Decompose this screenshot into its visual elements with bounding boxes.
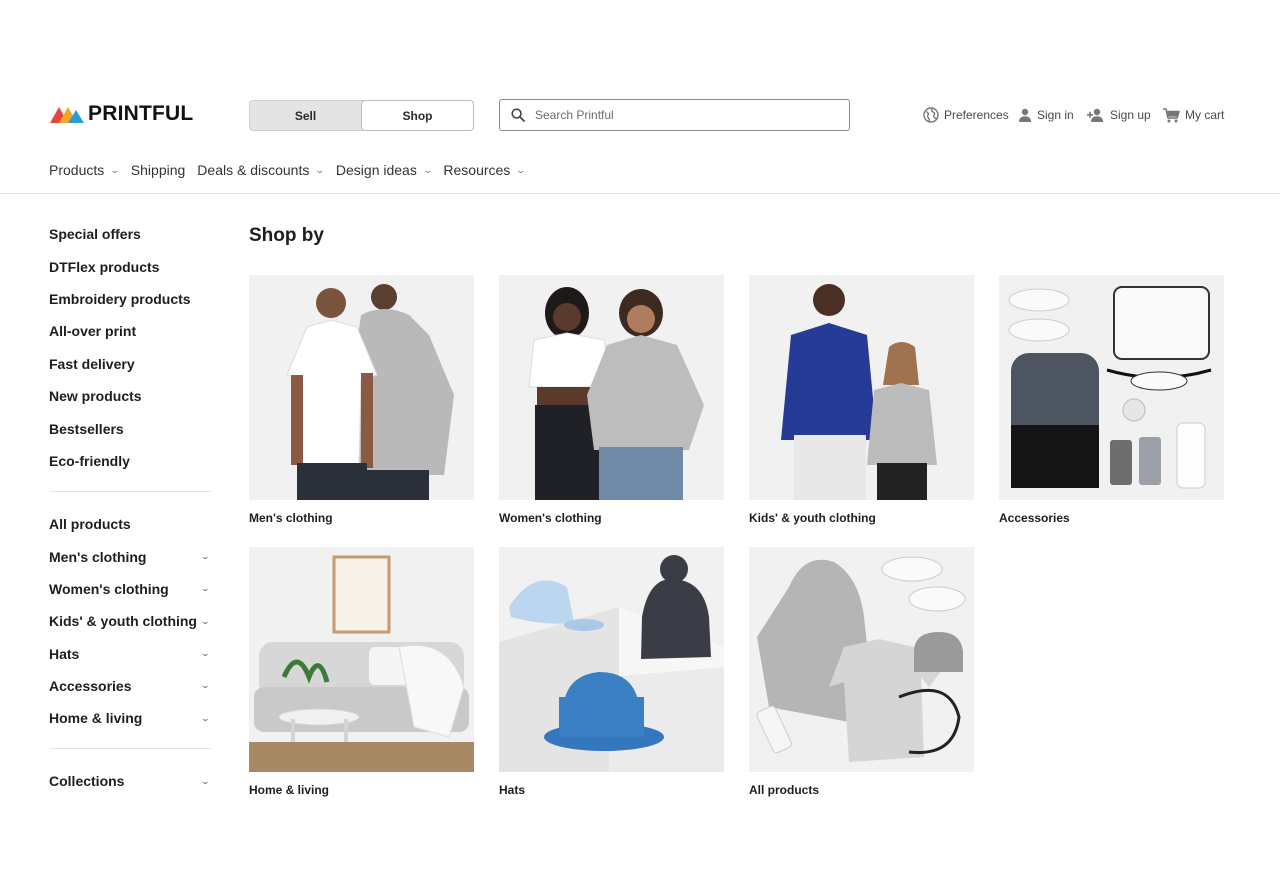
sidebar-item-bestsellers[interactable]: Bestsellers [49, 412, 212, 444]
nav-shipping[interactable]: Shipping [131, 162, 186, 178]
nav-shipping-label: Shipping [130, 162, 186, 178]
nav-products[interactable]: Products ⌄ [49, 162, 121, 178]
chevron-down-icon: ⌄ [200, 776, 211, 786]
sidebar-item-dtflex-products[interactable]: DTFlex products [49, 250, 212, 282]
cart-icon [1163, 107, 1180, 122]
kids-youth-clothing-image [749, 275, 974, 500]
sidebar-category-label: Women's clothing [49, 580, 169, 597]
sidebar-collections[interactable]: Collections ⌄ [49, 765, 212, 797]
nav-products-label: Products [49, 162, 105, 178]
chevron-down-icon: ⌄ [422, 164, 433, 175]
chevron-down-icon: ⌄ [200, 713, 211, 723]
sidebar-category-kids-youth-clothing[interactable]: Kids' & youth clothing ⌄ [49, 605, 212, 637]
sidebar-item-embroidery-products[interactable]: Embroidery products [49, 283, 212, 315]
chevron-down-icon: ⌄ [109, 164, 121, 175]
sidebar-category-womens-clothing[interactable]: Women's clothing ⌄ [49, 573, 212, 605]
preferences-label: Preferences [944, 108, 1009, 122]
category-card-label: Home & living [249, 783, 330, 797]
chevron-down-icon: ⌄ [314, 164, 326, 175]
printful-logo[interactable]: PRINTFUL [50, 102, 193, 126]
search-input[interactable] [535, 108, 825, 122]
sign-up-link[interactable]: Sign up [1087, 105, 1151, 125]
sidebar-item-special-offers[interactable]: Special offers [49, 218, 212, 250]
category-card-womens-clothing[interactable]: Women's clothing [499, 275, 724, 525]
search-bar[interactable] [499, 99, 850, 131]
sign-in-link[interactable]: Sign in [1018, 105, 1074, 125]
sidebar-item-eco-friendly[interactable]: Eco-friendly [49, 445, 212, 477]
sign-in-label: Sign in [1037, 108, 1074, 122]
category-card-label: Kids' & youth clothing [749, 511, 876, 525]
category-card-home-living[interactable]: Home & living [249, 547, 474, 797]
category-card-label: All products [749, 783, 820, 797]
sidebar-category-label: Home & living [49, 710, 143, 727]
preferences-link[interactable]: Preferences [923, 105, 1009, 125]
sidebar-category-label: Men's clothing [49, 548, 147, 565]
sidebar-divider [49, 748, 212, 750]
all-products-image [749, 547, 974, 772]
sidebar-collections-label: Collections [49, 773, 125, 790]
category-card-all-products[interactable]: All products [749, 547, 974, 797]
add-user-icon [1087, 108, 1103, 122]
page-title: Shop by [249, 225, 324, 246]
category-card-mens-clothing[interactable]: Men's clothing [249, 275, 474, 525]
sidebar-category-mens-clothing[interactable]: Men's clothing ⌄ [49, 541, 212, 573]
hats-image [499, 547, 724, 772]
chevron-down-icon: ⌄ [200, 681, 211, 691]
toggle-shop[interactable]: Shop [361, 100, 474, 131]
sidebar-item-all-over-print[interactable]: All-over print [49, 315, 212, 347]
chevron-down-icon: ⌄ [200, 584, 211, 594]
sidebar-category-home-living[interactable]: Home & living ⌄ [49, 702, 212, 734]
chevron-down-icon: ⌄ [200, 649, 211, 659]
sidebar-category-accessories[interactable]: Accessories ⌄ [49, 670, 212, 702]
brand-name: PRINTFUL [88, 102, 194, 125]
user-icon [1019, 108, 1031, 122]
nav-deals-discounts[interactable]: Deals & discounts ⌄ [197, 162, 326, 178]
chevron-down-icon: ⌄ [515, 164, 527, 175]
nav-resources-label: Resources [443, 162, 511, 178]
category-card-label: Women's clothing [499, 511, 602, 525]
nav-design-ideas-label: Design ideas [335, 162, 417, 178]
category-card-label: Hats [499, 783, 526, 797]
globe-icon [923, 107, 939, 123]
sidebar-item-all-products[interactable]: All products [49, 508, 212, 540]
sidebar: Special offers DTFlex products Embroider… [49, 218, 212, 798]
printful-logo-icon [50, 107, 84, 123]
sidebar-category-label: Kids' & youth clothing [49, 613, 197, 630]
womens-clothing-image [499, 275, 724, 500]
sidebar-divider [49, 491, 212, 493]
chevron-down-icon: ⌄ [200, 552, 211, 562]
sidebar-category-hats[interactable]: Hats ⌄ [49, 637, 212, 669]
accessories-image [999, 275, 1224, 500]
sidebar-category-label: Accessories [49, 677, 132, 694]
sidebar-item-new-products[interactable]: New products [49, 380, 212, 412]
home-living-image [249, 547, 474, 772]
my-cart-label: My cart [1185, 108, 1225, 122]
mens-clothing-image [249, 275, 474, 500]
nav-resources[interactable]: Resources ⌄ [443, 162, 527, 178]
sidebar-category-label: Hats [49, 645, 80, 662]
sign-up-label: Sign up [1110, 108, 1151, 122]
chevron-down-icon: ⌄ [200, 616, 211, 626]
main-nav: Products ⌄ Shipping Deals & discounts ⌄ … [49, 160, 537, 180]
category-card-accessories[interactable]: Accessories [999, 275, 1224, 525]
nav-deals-label: Deals & discounts [197, 162, 310, 178]
search-icon [511, 108, 525, 122]
sell-shop-toggle[interactable]: Sell Shop [249, 100, 474, 131]
nav-design-ideas[interactable]: Design ideas ⌄ [335, 162, 433, 178]
category-card-label: Men's clothing [249, 511, 333, 525]
toggle-sell[interactable]: Sell [250, 101, 361, 130]
category-card-hats[interactable]: Hats [499, 547, 724, 797]
my-cart-link[interactable]: My cart [1163, 105, 1224, 125]
category-card-label: Accessories [999, 511, 1070, 525]
header-divider [0, 193, 1280, 194]
category-card-kids-youth-clothing[interactable]: Kids' & youth clothing [749, 275, 974, 525]
sidebar-item-fast-delivery[interactable]: Fast delivery [49, 348, 212, 380]
